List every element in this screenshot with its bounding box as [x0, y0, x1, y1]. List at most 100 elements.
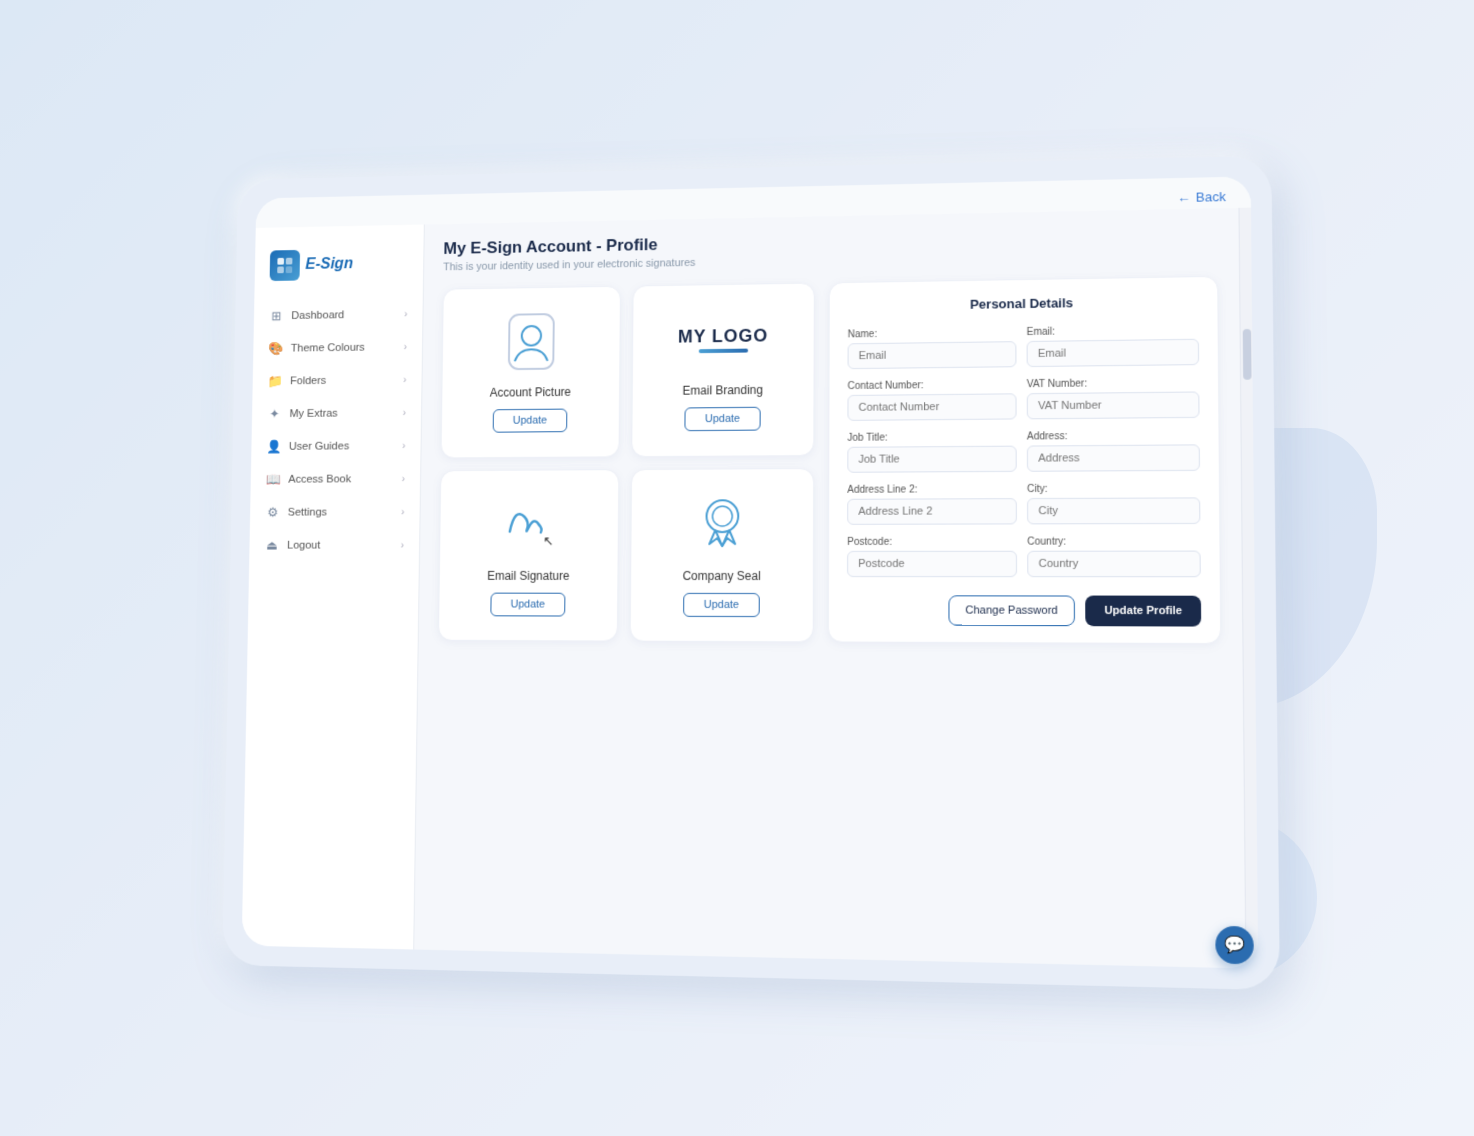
nav-left-theme: 🎨 Theme Colours [268, 340, 365, 357]
chevron-folders: › [403, 375, 406, 386]
email-branding-label: Email Branding [683, 383, 763, 398]
chevron-dashboard: › [404, 309, 407, 320]
form-field-country: Country: [1027, 536, 1201, 577]
country-input[interactable] [1027, 551, 1201, 578]
nav-left-settings: ⚙ Settings [265, 505, 327, 521]
outer-wrapper: ← Back [137, 118, 1337, 1018]
book-icon: 📖 [266, 472, 281, 488]
nav-left-dashboard: ⊞ Dashboard [269, 308, 345, 324]
address2-input[interactable] [847, 498, 1017, 525]
nav-left-access: 📖 Access Book [266, 472, 352, 488]
chevron-settings: › [401, 507, 404, 518]
palette-icon: 🎨 [268, 341, 283, 357]
postcode-input[interactable] [847, 551, 1017, 577]
logo-area: E-Sign [254, 240, 423, 300]
scrollbar-thumb[interactable] [1242, 329, 1251, 380]
sidebar-item-folders[interactable]: 📁 Folders › [252, 363, 421, 398]
back-button[interactable]: ← Back [1177, 189, 1226, 205]
form-row-job-address: Job Title: Address: [847, 430, 1200, 473]
main-layout: E-Sign ⊞ Dashboard › 🎨 Theme Colours [242, 208, 1259, 969]
company-seal-label: Company Seal [683, 568, 761, 582]
sidebar-item-my-extras[interactable]: ✦ My Extras › [252, 396, 422, 430]
content-area: My E-Sign Account - Profile This is your… [414, 208, 1245, 969]
folder-icon: 📁 [268, 374, 283, 390]
form-row-addr2-city: Address Line 2: City: [847, 483, 1200, 525]
back-arrow-icon: ← [1177, 190, 1191, 205]
company-seal-svg [695, 494, 749, 554]
name-label: Name: [848, 327, 1017, 340]
sidebar-item-access-book[interactable]: 📖 Access Book › [250, 462, 420, 496]
chat-fab-button[interactable]: 💬 [1215, 926, 1254, 965]
update-profile-button[interactable]: Update Profile [1086, 596, 1202, 627]
form-field-name: Name: [848, 327, 1017, 369]
city-label: City: [1027, 483, 1200, 495]
company-seal-update-button[interactable]: Update [683, 592, 760, 616]
email-signature-icon-area: ↖ [499, 490, 558, 559]
form-field-address: Address: [1027, 430, 1200, 472]
sidebar-item-settings[interactable]: ⚙ Settings › [250, 496, 420, 530]
form-field-address2: Address Line 2: [847, 484, 1017, 525]
sidebar-label-guides: User Guides [289, 441, 349, 453]
form-field-email: Email: [1027, 325, 1200, 367]
form-field-contact: Contact Number: [847, 379, 1016, 421]
sidebar-item-dashboard[interactable]: ⊞ Dashboard › [254, 298, 423, 333]
device-shell: ← Back [222, 156, 1279, 990]
chevron-theme: › [404, 342, 407, 353]
sidebar-item-user-guides[interactable]: 👤 User Guides › [251, 429, 421, 463]
logo-icon [270, 250, 300, 281]
personal-details-section: Personal Details Name: Email: [828, 276, 1222, 644]
cursor-icon: ↖ [543, 533, 554, 549]
email-branding-card: MY LOGO Email Branding Update [631, 282, 815, 456]
form-row-post-country: Postcode: Country: [847, 536, 1201, 577]
account-picture-icon-area [504, 307, 557, 376]
sidebar-label-access: Access Book [288, 474, 351, 486]
email-signature-update-button[interactable]: Update [490, 592, 566, 616]
company-seal-icon-area [695, 489, 749, 559]
job-label: Job Title: [847, 432, 1016, 444]
form-field-vat: VAT Number: [1027, 377, 1200, 419]
vat-label: VAT Number: [1027, 377, 1200, 390]
sidebar-label-folders: Folders [290, 375, 326, 387]
form-field-city: City: [1027, 483, 1200, 524]
job-input[interactable] [847, 446, 1016, 473]
form-field-postcode: Postcode: [847, 537, 1017, 578]
content-grid: Account Picture Update MY LOGO [438, 276, 1221, 644]
address2-label: Address Line 2: [847, 484, 1017, 496]
change-password-button[interactable]: Change Password [948, 595, 1075, 626]
sidebar-item-theme-colours[interactable]: 🎨 Theme Colours › [253, 331, 422, 366]
back-label: Back [1196, 189, 1226, 205]
dashboard-icon: ⊞ [269, 309, 284, 325]
sidebar-item-logout[interactable]: ⏏ Logout › [249, 529, 419, 562]
chevron-logout: › [401, 540, 404, 551]
email-branding-update-button[interactable]: Update [684, 407, 761, 431]
form-field-job: Job Title: [847, 432, 1016, 473]
logout-icon: ⏏ [264, 538, 279, 554]
account-picture-svg [504, 310, 557, 373]
chat-icon: 💬 [1224, 934, 1245, 955]
form-row-name-email: Name: Email: [848, 325, 1200, 370]
nav-left-folders: 📁 Folders [268, 373, 327, 389]
city-input[interactable] [1027, 497, 1200, 524]
nav-left-extras: ✦ My Extras [267, 406, 338, 422]
device-screen: ← Back [242, 176, 1259, 968]
country-label: Country: [1027, 536, 1200, 547]
cards-section: Account Picture Update MY LOGO [438, 282, 815, 642]
address-label: Address: [1027, 430, 1200, 442]
account-picture-card: Account Picture Update [441, 286, 621, 458]
sidebar-label-extras: My Extras [289, 408, 337, 420]
email-input[interactable] [1027, 339, 1200, 367]
user-icon: 👤 [266, 439, 281, 455]
vat-input[interactable] [1027, 391, 1200, 419]
postcode-label: Postcode: [847, 537, 1017, 548]
address-input[interactable] [1027, 444, 1200, 471]
email-signature-card: ↖ Email Signature Update [438, 469, 619, 642]
sidebar-label-dashboard: Dashboard [291, 309, 344, 321]
personal-details-title: Personal Details [848, 293, 1199, 313]
chevron-extras: › [403, 408, 406, 419]
chevron-guides: › [402, 441, 405, 452]
account-picture-update-button[interactable]: Update [492, 409, 567, 433]
name-input[interactable] [848, 341, 1017, 369]
contact-input[interactable] [847, 393, 1016, 421]
mylogo-display: MY LOGO [678, 325, 769, 353]
sidebar-label-theme: Theme Colours [291, 342, 365, 355]
